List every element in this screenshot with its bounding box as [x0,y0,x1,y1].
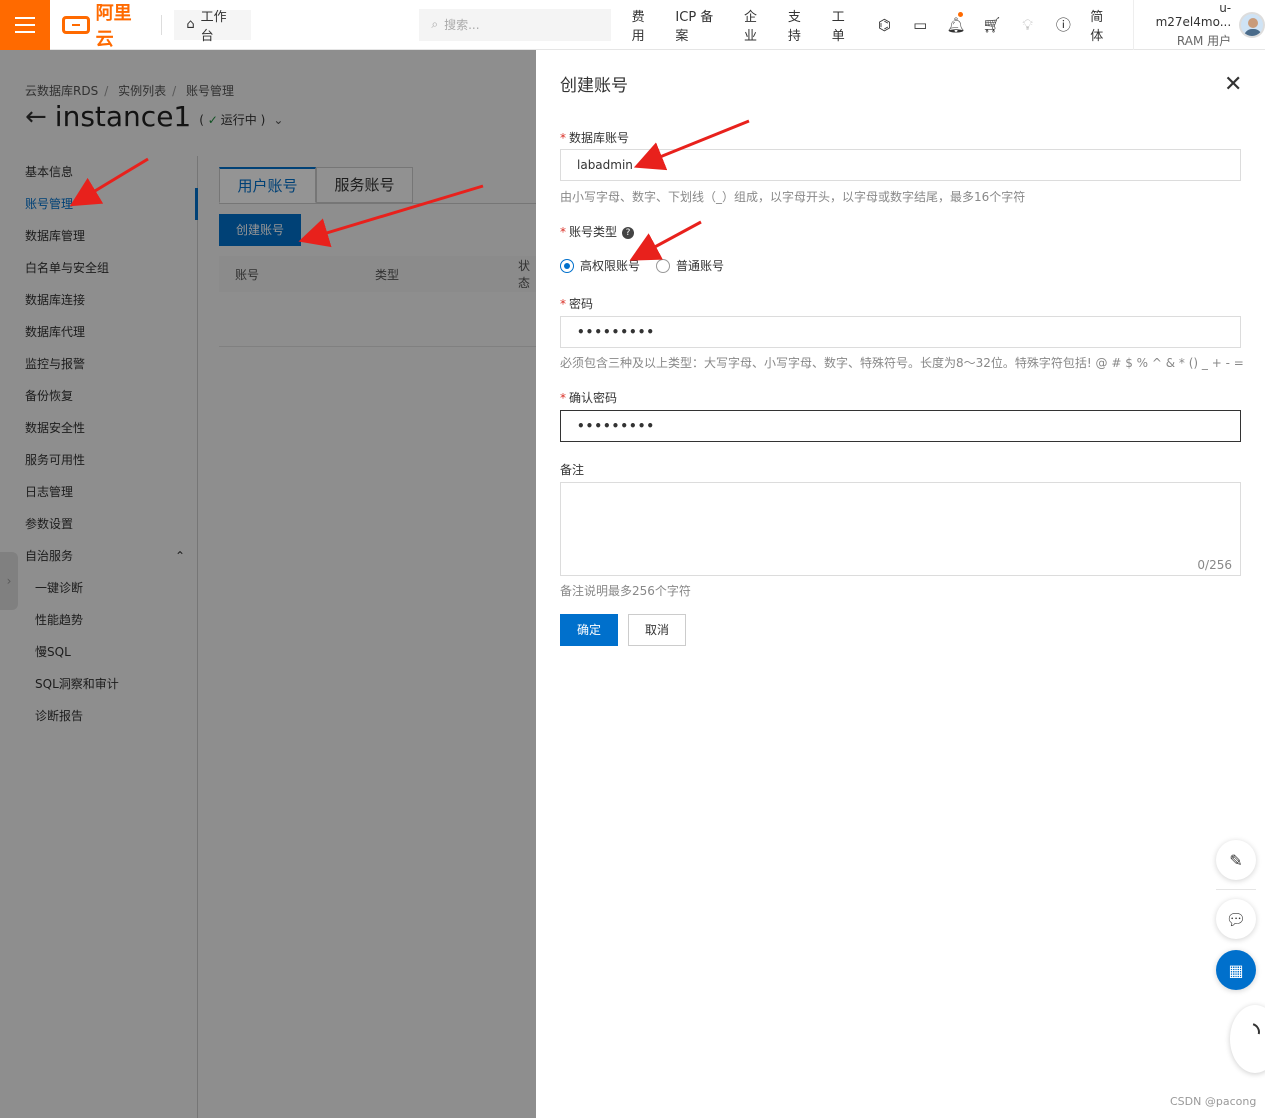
language-switch[interactable]: 简体 [1081,6,1125,44]
lightbulb-icon[interactable]: 💡︎ [1010,0,1046,50]
watermark: CSDN @pacong [1170,1095,1257,1108]
radio-normal-account[interactable]: 普通账号 [656,257,724,274]
radio-checked-icon[interactable] [560,258,574,273]
password-hint: 必须包含三种及以上类型：大写字母、小写字母、数字、特殊符号。长度为8～32位。特… [560,356,1244,370]
aliyun-logo-icon [61,15,90,34]
divider [1216,889,1256,890]
nav-item-billing[interactable]: 费用 [623,6,667,44]
remark-counter: 0/256 [1197,558,1232,572]
cancel-button[interactable]: 取消 [628,614,686,646]
hamburger-menu-icon[interactable] [0,0,50,50]
top-nav: 费用 ICP 备案 企业 支持 工单 ⌬ ▭ 🔔︎ 🛒︎ 💡︎ ⓘ 简体 [623,0,1126,50]
remark-textarea[interactable]: 0/256 [560,482,1241,576]
account-name-input[interactable]: labadmin [560,149,1241,181]
close-icon[interactable]: ✕ [1224,74,1242,96]
help-icon[interactable]: ⓘ [1045,0,1081,50]
search-input[interactable]: ⌕ 搜索... [419,8,611,41]
confirm-password-input[interactable]: ••••••••• [560,410,1241,442]
question-icon[interactable]: ? [622,226,635,239]
confirm-button[interactable]: 确定 [560,614,618,646]
api-icon[interactable]: ⌬ [867,0,903,50]
account-label: * 数据库账号 [560,131,630,145]
notification-dot [957,11,963,17]
confirm-password-label: * 确认密码 [560,391,618,405]
workbench-button[interactable]: ⌂ 工作台 [174,9,252,44]
drawer-title: 创建账号 [560,76,628,96]
search-icon: ⌕ [431,17,439,31]
nav-item-icp[interactable]: ICP 备案 [666,6,735,44]
bell-icon[interactable]: 🔔︎ [938,0,974,50]
account-type-radio-group: 高权限账号 普通账号 [560,257,740,274]
avatar[interactable] [1239,11,1265,38]
workbench-label: 工作台 [200,9,227,44]
edit-icon[interactable]: ✎ [1216,840,1256,880]
user-name: u-m27el4mo... [1155,0,1232,29]
remark-label: 备注 [560,463,585,477]
home-icon: ⌂ [186,17,195,32]
apps-grid-icon[interactable]: ▦ [1216,950,1256,990]
radio-privileged-account[interactable]: 高权限账号 [560,257,640,274]
user-menu[interactable]: u-m27el4mo... RAM 用户 [1133,0,1265,50]
top-navbar: 阿里云 ⌂ 工作台 ⌕ 搜索... 费用 ICP 备案 企业 支持 工单 ⌬ ▭… [0,0,1265,50]
nav-item-support[interactable]: 支持 [779,6,823,44]
password-input[interactable]: ••••••••• [560,316,1241,348]
terminal-icon[interactable]: ▭ [902,0,938,50]
nav-item-enterprise[interactable]: 企业 [735,6,779,44]
password-label: * 密码 [560,297,594,311]
aliyun-logo[interactable]: 阿里云 [61,0,150,51]
logo-text: 阿里云 [95,2,132,50]
modal-overlay[interactable] [0,50,536,1118]
user-role: RAM 用户 [1176,33,1232,48]
remark-hint: 备注说明最多256个字符 [560,584,691,598]
divider [161,14,163,35]
account-type-label: * 账号类型? [560,223,635,240]
radio-unchecked-icon[interactable] [656,258,671,273]
create-account-drawer: 创建账号 ✕ * 数据库账号 labadmin 由小写字母、数字、下划线（_）组成… [536,50,1265,1118]
account-hint: 由小写字母、数字、下划线（_）组成，以字母开头，以字母或数字结尾，最多16个字符 [560,190,1026,204]
search-placeholder: 搜索... [444,18,480,32]
nav-item-ticket[interactable]: 工单 [823,6,867,44]
chat-icon[interactable]: 💬︎ [1216,899,1256,939]
cart-icon[interactable]: 🛒︎ [974,0,1010,50]
